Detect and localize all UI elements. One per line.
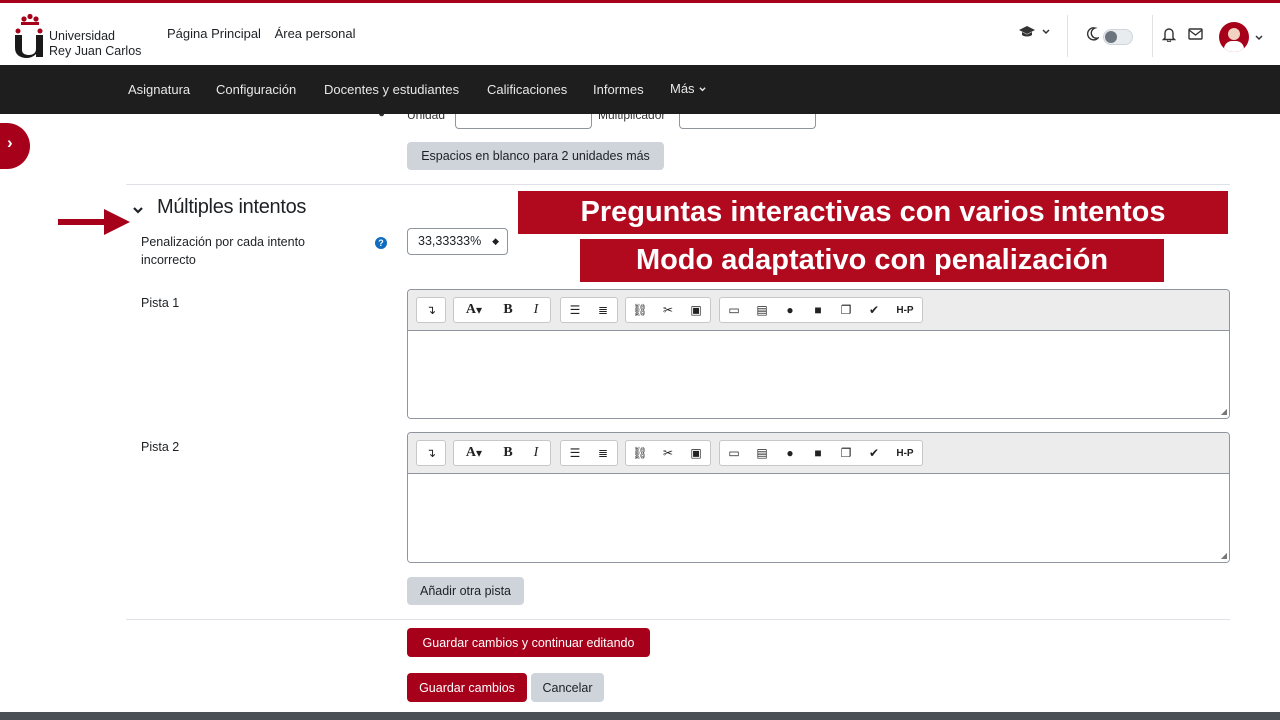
resize-grip-icon[interactable]: ◢ <box>1221 551 1227 560</box>
nav-home-link[interactable]: Página Principal <box>167 26 261 41</box>
brand-line-1: Universidad <box>49 29 116 43</box>
editor-toolbar: ↴ A ▾ B I ☰ ≣ ⛓ ✂ ▣ ▭ ▤ ● ■ ❐ ✔ H-P <box>408 290 1229 331</box>
hint2-label: Pista 2 <box>141 440 180 454</box>
main-content: ● Unidad Multiplicador Espacios en blanc… <box>0 114 1280 720</box>
nav-dashboard-link[interactable]: Área personal <box>275 26 356 41</box>
university-logo[interactable] <box>12 13 52 59</box>
envelope-icon[interactable] <box>1188 28 1203 40</box>
section-title[interactable]: Múltiples intentos <box>157 196 306 219</box>
overlay-caption-1: Preguntas interactivas con varios intent… <box>518 191 1228 234</box>
overlay-caption-2: Modo adaptativo con penalización <box>580 239 1164 282</box>
font-color-icon[interactable]: A ▾ <box>454 441 494 465</box>
bold-icon[interactable]: B <box>494 298 522 322</box>
header-divider <box>1152 15 1153 57</box>
chevron-right-icon: › <box>7 133 13 152</box>
chevron-down-icon <box>699 87 706 92</box>
primary-nav: Página Principal Área personal <box>167 26 366 41</box>
hint1-text-area[interactable] <box>408 331 1229 418</box>
bullet-list-icon[interactable]: ☰ <box>561 298 589 322</box>
help-icon[interactable]: ● <box>378 114 385 120</box>
link-icon[interactable]: ⛓ <box>626 441 654 465</box>
unlink-icon[interactable]: ✂ <box>654 441 682 465</box>
microphone-icon[interactable]: ● <box>776 441 804 465</box>
brand-line-2: Rey Juan Carlos <box>49 44 142 58</box>
hint2-editor: ↴ A ▾ B I ☰ ≣ ⛓ ✂ ▣ ▭ ▤ ● ■ ❐ ✔ H-P ◢ <box>407 432 1230 563</box>
unit-label: Unidad <box>407 114 446 122</box>
site-header: Universidad Rey Juan Carlos Página Princ… <box>0 3 1280 65</box>
moon-icon <box>1087 27 1099 41</box>
image-icon[interactable]: ▭ <box>720 441 748 465</box>
editor-toolbar: ↴ A ▾ B I ☰ ≣ ⛓ ✂ ▣ ▭ ▤ ● ■ ❐ ✔ H-P <box>408 433 1229 474</box>
collapse-toolbar-icon[interactable]: ↴ <box>417 441 445 465</box>
media-file-icon[interactable]: ▤ <box>748 298 776 322</box>
unit-input[interactable] <box>455 114 592 129</box>
collapse-section-icon[interactable] <box>132 202 144 218</box>
numbered-list-icon[interactable]: ≣ <box>589 441 617 465</box>
bold-icon[interactable]: B <box>494 441 522 465</box>
link-icon[interactable]: ⛓ <box>626 298 654 322</box>
h5p-icon[interactable]: H-P <box>888 298 922 322</box>
accessibility-checker-icon[interactable]: ✔ <box>860 441 888 465</box>
red-arrow-annotation <box>58 209 130 235</box>
bullet-list-icon[interactable]: ☰ <box>561 441 589 465</box>
penalty-value: 33,33333% <box>418 234 482 248</box>
add-hint-button[interactable]: Añadir otra pista <box>407 577 524 605</box>
italic-icon[interactable]: I <box>522 441 550 465</box>
multiplier-input[interactable] <box>679 114 816 129</box>
help-icon[interactable]: ? <box>375 237 387 249</box>
hint2-text-area[interactable] <box>408 474 1229 562</box>
tab-grades[interactable]: Calificaciones <box>487 82 567 97</box>
cancel-button[interactable]: Cancelar <box>531 673 604 702</box>
user-menu-chevron-icon[interactable] <box>1254 34 1264 42</box>
university-name: Universidad Rey Juan Carlos <box>49 29 141 59</box>
course-secondary-nav: Asignatura Configuración Docentes y estu… <box>0 65 1280 114</box>
tab-participants[interactable]: Docentes y estudiantes <box>324 82 459 97</box>
hint1-label: Pista 1 <box>141 296 180 310</box>
manage-files-icon[interactable]: ❐ <box>832 441 860 465</box>
save-and-continue-button[interactable]: Guardar cambios y continuar editando <box>407 628 650 657</box>
h5p-icon[interactable]: H-P <box>888 441 922 465</box>
video-camera-icon[interactable]: ■ <box>804 441 832 465</box>
font-color-icon[interactable]: A ▾ <box>454 298 494 322</box>
avatar[interactable] <box>1219 22 1249 52</box>
bell-icon[interactable] <box>1162 27 1176 42</box>
teams-icon[interactable]: ▣ <box>682 298 710 322</box>
tab-course[interactable]: Asignatura <box>128 82 190 97</box>
penalty-label: Penalización por cada intento incorrecto <box>141 235 306 267</box>
hint1-editor: ↴ A ▾ B I ☰ ≣ ⛓ ✂ ▣ ▭ ▤ ● ■ ❐ ✔ H-P ◢ <box>407 289 1230 419</box>
tab-more[interactable]: Más <box>670 81 707 96</box>
numbered-list-icon[interactable]: ≣ <box>589 298 617 322</box>
penalty-select[interactable]: 33,33333% ◆ <box>407 228 508 255</box>
select-caret-icon: ◆ <box>492 236 499 246</box>
course-menu[interactable] <box>1018 25 1051 39</box>
tab-more-label: Más <box>670 81 695 96</box>
save-button[interactable]: Guardar cambios <box>407 673 527 702</box>
italic-icon[interactable]: I <box>522 298 550 322</box>
video-camera-icon[interactable]: ■ <box>804 298 832 322</box>
dark-mode-toggle[interactable] <box>1103 29 1133 45</box>
actions-divider <box>126 619 1230 620</box>
header-divider <box>1067 15 1068 57</box>
chevron-down-icon <box>1042 29 1050 35</box>
footer-bar <box>0 712 1280 720</box>
manage-files-icon[interactable]: ❐ <box>832 298 860 322</box>
image-icon[interactable]: ▭ <box>720 298 748 322</box>
teams-icon[interactable]: ▣ <box>682 441 710 465</box>
multiplier-label: Multiplicador <box>598 114 666 122</box>
resize-grip-icon[interactable]: ◢ <box>1221 407 1227 416</box>
tab-reports[interactable]: Informes <box>593 82 644 97</box>
microphone-icon[interactable]: ● <box>776 298 804 322</box>
section-divider <box>126 184 1230 185</box>
unlink-icon[interactable]: ✂ <box>654 298 682 322</box>
graduation-cap-icon <box>1019 26 1035 37</box>
add-unit-blanks-button[interactable]: Espacios en blanco para 2 unidades más <box>407 142 664 170</box>
accessibility-checker-icon[interactable]: ✔ <box>860 298 888 322</box>
media-file-icon[interactable]: ▤ <box>748 441 776 465</box>
collapse-toolbar-icon[interactable]: ↴ <box>417 298 445 322</box>
tab-settings[interactable]: Configuración <box>216 82 296 97</box>
